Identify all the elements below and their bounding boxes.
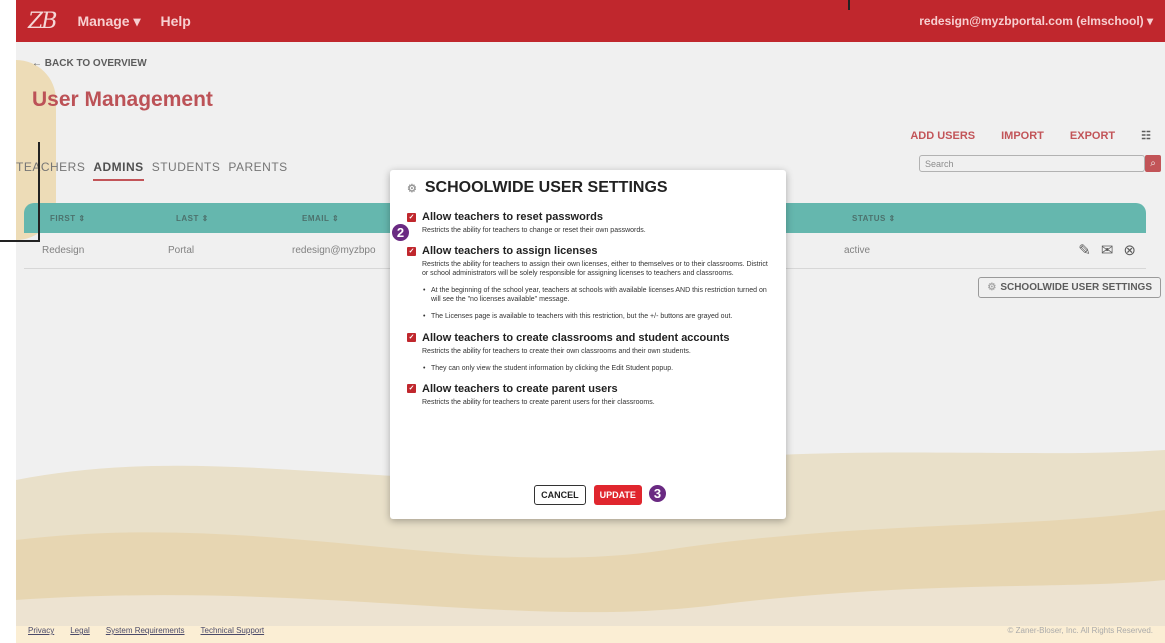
footer-system-requirements-link[interactable]: System Requirements [106,626,185,635]
option-assign-licenses: ✓ Allow teachers to assign licenses Rest… [407,245,770,322]
dialog-title-text: SCHOOLWIDE USER SETTINGS [424,179,668,196]
option-create-classrooms: ✓ Allow teachers to create classrooms an… [407,332,770,373]
option-reset-passwords: ✓ Allow teachers to reset passwords Rest… [407,211,770,235]
option-label[interactable]: Allow teachers to create parent users [422,383,618,395]
nav-help[interactable]: Help [161,13,191,29]
nav-manage[interactable]: Manage ▾ [77,13,140,30]
callout-bracket [0,142,40,242]
reset-passwords-checkbox[interactable]: ✓ [407,212,416,222]
footer-legal-link[interactable]: Legal [70,626,90,635]
cancel-button[interactable]: CANCEL [534,485,586,505]
create-parents-checkbox[interactable]: ✓ [407,384,416,394]
user-menu[interactable]: redesign@myzbportal.com (elmschool) ▾ [919,14,1153,28]
classroom-note: They can only view the student informati… [423,364,770,373]
license-note: The Licenses page is available to teache… [423,312,770,321]
option-description: Restricts the ability for teachers to cr… [422,347,691,355]
dialog-buttons: CANCEL UPDATE [390,485,786,505]
option-create-parents: ✓ Allow teachers to create parent users … [407,383,770,407]
option-description: Restricts the ability for teachers to cr… [422,398,655,406]
option-label[interactable]: Allow teachers to create classrooms and … [422,332,729,344]
footer: Privacy Legal System Requirements Techni… [16,626,1165,635]
footer-privacy-link[interactable]: Privacy [28,626,54,635]
gear-icon: ⚙ [407,182,417,195]
step-marker: 3 [647,483,668,504]
option-description: Restricts the ability for teachers to as… [422,261,768,278]
schoolwide-settings-dialog: ⚙ SCHOOLWIDE USER SETTINGS ✓ Allow teach… [390,170,786,519]
dialog-title: ⚙ SCHOOLWIDE USER SETTINGS [407,179,770,197]
assign-licenses-checkbox[interactable]: ✓ [407,246,416,256]
footer-technical-support-link[interactable]: Technical Support [201,626,265,635]
option-label[interactable]: Allow teachers to reset passwords [422,211,603,223]
zb-logo[interactable]: ZB [28,9,57,34]
top-navbar: ZB Manage ▾ Help redesign@myzbportal.com… [16,0,1165,42]
create-classrooms-checkbox[interactable]: ✓ [407,333,416,343]
update-button[interactable]: UPDATE [593,485,642,505]
copyright: © Zaner-Bloser, Inc. All Rights Reserved… [1007,626,1153,635]
license-note: At the beginning of the school year, tea… [423,286,770,304]
option-description: Restricts the ability for teachers to ch… [422,227,646,234]
option-label[interactable]: Allow teachers to assign licenses [422,245,597,257]
app-window: ZB Manage ▾ Help redesign@myzbportal.com… [16,0,1165,643]
callout-line [848,0,850,10]
step-marker: 2 [390,222,411,243]
